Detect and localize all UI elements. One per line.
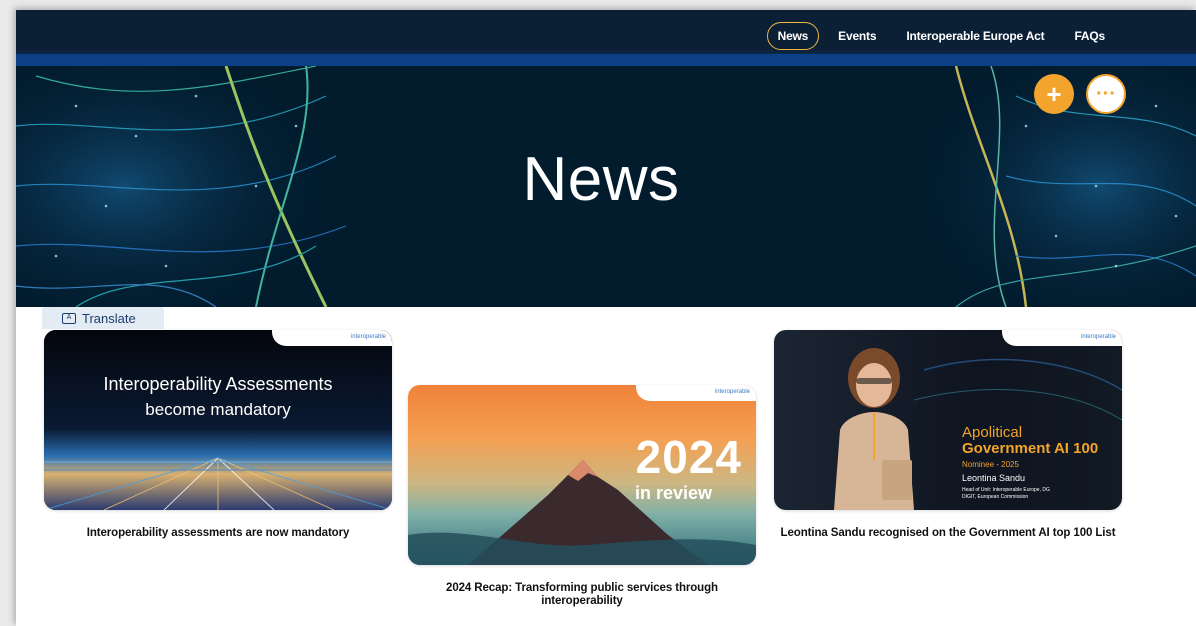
portrait-photo — [834, 348, 1122, 510]
news-card[interactable]: interoperable Interoperability Assessmen… — [44, 330, 392, 540]
news-card-image[interactable]: interoperable Apolitical Government AI 1… — [774, 330, 1122, 510]
more-horizontal-icon: ··· — [1096, 83, 1116, 105]
nav-item-interoperable-europe-act[interactable]: Interoperable Europe Act — [895, 22, 1055, 50]
translate-button[interactable]: A Translate — [42, 307, 164, 329]
top-navigation: News Events Interoperable Europe Act FAQ… — [16, 10, 1196, 66]
nav-menu: News Events Interoperable Europe Act FAQ… — [766, 22, 1116, 50]
browser-viewport: News Events Interoperable Europe Act FAQ… — [16, 10, 1196, 626]
more-options-button[interactable]: ··· — [1086, 74, 1126, 114]
card-image-subheading: Government AI 100 — [962, 440, 1099, 457]
plus-icon: + — [1046, 79, 1062, 109]
page-title: News — [522, 145, 680, 214]
nav-item-faqs[interactable]: FAQs — [1063, 22, 1116, 50]
card-image-subheading: in review — [634, 483, 712, 503]
translate-icon: A — [62, 312, 76, 324]
add-button[interactable]: + — [1034, 74, 1074, 114]
light-trails-image — [44, 330, 392, 510]
hero-banner: News + ··· — [16, 66, 1196, 307]
brand-logo: interoperable — [1002, 330, 1122, 346]
news-card-image[interactable]: interoperable Interoperability Assessmen… — [44, 330, 392, 510]
card-image-person-name: Leontina Sandu — [962, 473, 1026, 483]
card-image-person-role: Head of Unit: Interoperable Europe, DG D… — [962, 487, 1050, 500]
nav-strip — [16, 54, 1196, 66]
card-image-subheading: become mandatory — [145, 400, 291, 419]
translate-label: Translate — [82, 310, 136, 326]
news-card-title[interactable]: 2024 Recap: Transforming public services… — [408, 582, 756, 608]
card-image-heading: Apolitical — [962, 424, 1023, 441]
nav-item-news[interactable]: News — [766, 22, 820, 50]
news-card-image[interactable]: interoperable 2024 in review — [408, 385, 756, 565]
news-card[interactable]: interoperable Apolitical Government AI 1… — [774, 330, 1122, 540]
card-image-nominee: Nominee - 2025 — [962, 460, 1019, 469]
news-card-title[interactable]: Leontina Sandu recognised on the Governm… — [774, 527, 1122, 540]
news-card[interactable]: interoperable 2024 in review 2024 Recap:… — [408, 385, 756, 608]
nav-item-events[interactable]: Events — [827, 22, 887, 50]
brand-logo: interoperable — [636, 385, 756, 401]
card-image-heading: Interoperability Assessments — [103, 374, 333, 394]
card-image-year: 2024 — [635, 431, 742, 483]
news-card-title[interactable]: Interoperability assessments are now man… — [44, 527, 392, 540]
brand-logo: interoperable — [272, 330, 392, 346]
